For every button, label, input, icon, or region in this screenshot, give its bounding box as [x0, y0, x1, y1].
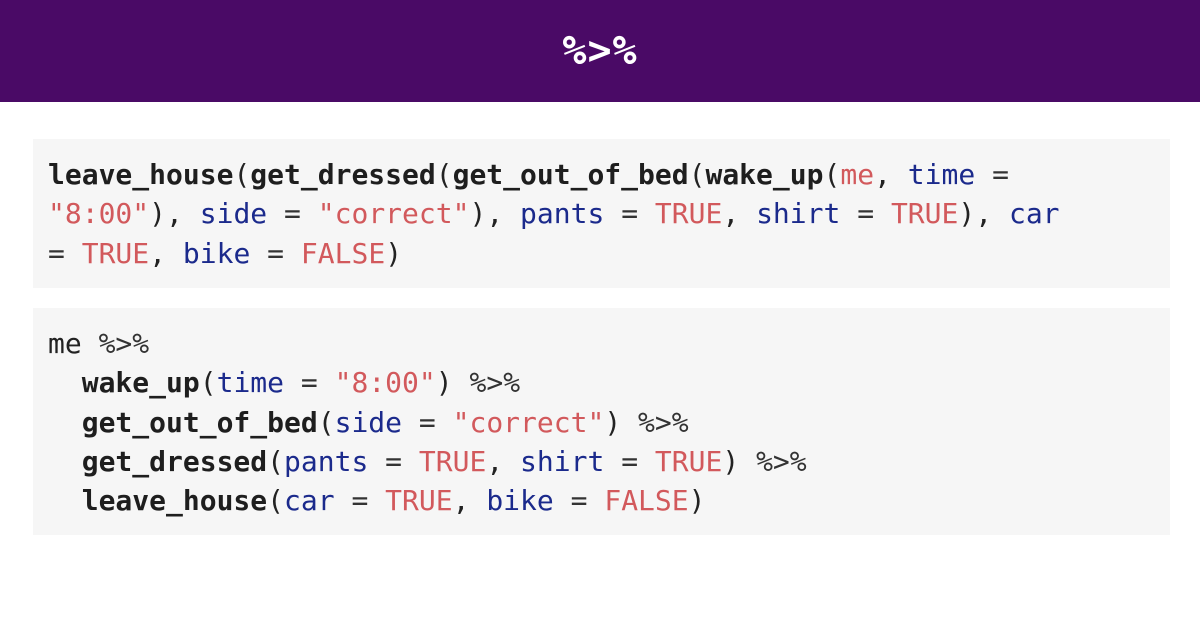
function-name: wake_up: [705, 158, 824, 191]
code-text: ),: [958, 197, 1009, 231]
code-text: (: [688, 158, 706, 191]
code-text: ,: [874, 158, 908, 191]
code-text: (: [435, 158, 453, 191]
literal-value: TRUE: [890, 197, 959, 231]
operator: %>%: [638, 405, 689, 439]
operator: =: [267, 197, 318, 231]
code-text: (: [199, 366, 217, 400]
operator: =: [334, 484, 386, 518]
literal-value: TRUE: [654, 197, 723, 231]
code-line: wake_up(time = "8:00") %>%: [48, 363, 1170, 402]
code-line: me %>%: [48, 324, 1170, 363]
function-name: leave_house: [48, 158, 234, 191]
code-text: ,: [149, 236, 183, 270]
literal-value: TRUE: [385, 484, 453, 518]
code-text: ): [722, 444, 757, 478]
code-text: (: [823, 158, 841, 191]
code-text: ,: [722, 197, 757, 231]
code-line: = TRUE, bike = FALSE): [48, 234, 1170, 273]
literal-value: "8:00": [334, 366, 436, 400]
argument-name: side: [334, 405, 403, 439]
function-name: get_dressed: [250, 158, 436, 191]
literal-value: FALSE: [300, 236, 386, 270]
operator: =: [48, 236, 82, 270]
literal-value: TRUE: [654, 444, 723, 478]
function-name: leave_house: [81, 484, 268, 518]
code-text: ): [688, 484, 706, 518]
code-text: (: [233, 158, 251, 191]
code-text: (: [317, 405, 335, 439]
code-text: ,: [486, 444, 521, 478]
operator: =: [553, 484, 605, 518]
code-text: (: [267, 444, 285, 478]
operator: =: [840, 197, 891, 231]
argument-name: pants: [284, 444, 369, 478]
operator: =: [284, 366, 335, 400]
literal-value: FALSE: [604, 484, 689, 518]
literal-value: me: [840, 158, 875, 191]
nested-code-block: leave_house(get_dressed(get_out_of_bed(w…: [33, 139, 1170, 288]
code-text: ): [604, 405, 639, 439]
code-line: get_out_of_bed(side = "correct") %>%: [48, 403, 1170, 442]
code-line: "8:00"), side = "correct"), pants = TRUE…: [48, 194, 1170, 233]
code-text: me: [48, 327, 99, 360]
code-line: leave_house(car = TRUE, bike = FALSE): [48, 481, 1170, 520]
code-text: ),: [149, 197, 200, 231]
code-line: leave_house(get_dressed(get_out_of_bed(w…: [48, 155, 1170, 194]
operator: %>%: [469, 366, 521, 400]
function-name: get_out_of_bed: [81, 405, 318, 439]
argument-name: shirt: [756, 197, 841, 231]
argument-name: side: [199, 197, 268, 231]
argument-name: bike: [182, 236, 251, 270]
function-name: get_dressed: [81, 444, 268, 478]
argument-name: car: [1008, 197, 1060, 231]
literal-value: "correct": [452, 405, 605, 439]
code-text: ),: [469, 197, 521, 231]
code-text: (: [267, 484, 285, 518]
operator: =: [604, 197, 655, 231]
argument-name: time: [216, 366, 285, 400]
argument-name: shirt: [520, 444, 605, 478]
piped-code-block: me %>% wake_up(time = "8:00") %>% get_ou…: [33, 308, 1170, 535]
operator: =: [604, 444, 655, 478]
literal-value: "correct": [317, 197, 470, 231]
page-title: %>%: [562, 28, 638, 74]
operator: %>%: [756, 444, 807, 478]
code-text: ,: [452, 484, 487, 518]
literal-value: TRUE: [418, 444, 487, 478]
operator: =: [368, 444, 419, 478]
code-text: ): [385, 236, 403, 270]
operator: =: [402, 405, 453, 439]
literal-value: "8:00": [48, 197, 150, 231]
operator: =: [250, 236, 301, 270]
operator: =: [975, 158, 1026, 191]
argument-name: pants: [520, 197, 605, 231]
function-name: wake_up: [81, 366, 200, 400]
argument-name: bike: [486, 484, 554, 518]
code-text: ): [435, 366, 470, 400]
literal-value: TRUE: [81, 236, 150, 270]
code-line: get_dressed(pants = TRUE, shirt = TRUE) …: [48, 442, 1170, 481]
header-banner: %>%: [0, 0, 1200, 102]
function-name: get_out_of_bed: [452, 158, 689, 191]
operator: %>%: [98, 327, 150, 360]
argument-name: car: [284, 484, 335, 518]
argument-name: time: [907, 158, 976, 191]
